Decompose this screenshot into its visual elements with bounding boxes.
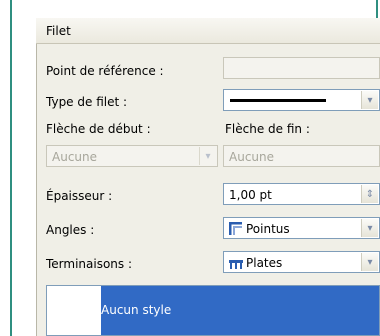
line-sample-swatch xyxy=(230,99,326,102)
ref-point-field xyxy=(223,57,380,79)
section-header-filet[interactable]: Filet xyxy=(36,18,380,44)
miter-join-icon xyxy=(229,222,243,236)
angles-dropdown[interactable]: Pointus ▾ xyxy=(223,217,380,239)
start-arrow-label: Flèche de début : xyxy=(46,122,151,136)
chevron-down-icon[interactable]: ▾ xyxy=(361,91,378,109)
ref-point-label: Point de référence : xyxy=(46,64,164,78)
butt-cap-icon xyxy=(229,260,243,269)
style-list-item-selected[interactable]: Aucun style xyxy=(101,286,379,335)
chevron-down-icon: ▾ xyxy=(199,147,216,165)
chevron-down-icon[interactable]: ▾ xyxy=(361,253,378,271)
chevron-down-icon[interactable]: ▾ xyxy=(361,219,378,237)
thickness-label: Épaisseur : xyxy=(46,189,113,203)
start-arrow-dropdown: Aucune ▾ xyxy=(46,145,218,167)
style-list[interactable]: Aucun style xyxy=(46,285,380,336)
end-arrow-label: Flèche de fin : xyxy=(225,122,310,136)
endings-dropdown[interactable]: Plates ▾ xyxy=(223,251,380,273)
spinner-arrows-icon[interactable]: ⇕ xyxy=(361,185,378,203)
endings-label: Terminaisons : xyxy=(46,257,133,271)
thickness-spinner[interactable]: 1,00 pt ⇕ xyxy=(223,183,380,205)
section-title: Filet xyxy=(46,24,71,38)
angles-label: Angles : xyxy=(46,223,95,237)
line-type-label: Type de filet : xyxy=(46,95,128,109)
end-arrow-dropdown: Aucune xyxy=(223,145,380,167)
line-type-dropdown[interactable]: ▾ xyxy=(223,89,380,111)
